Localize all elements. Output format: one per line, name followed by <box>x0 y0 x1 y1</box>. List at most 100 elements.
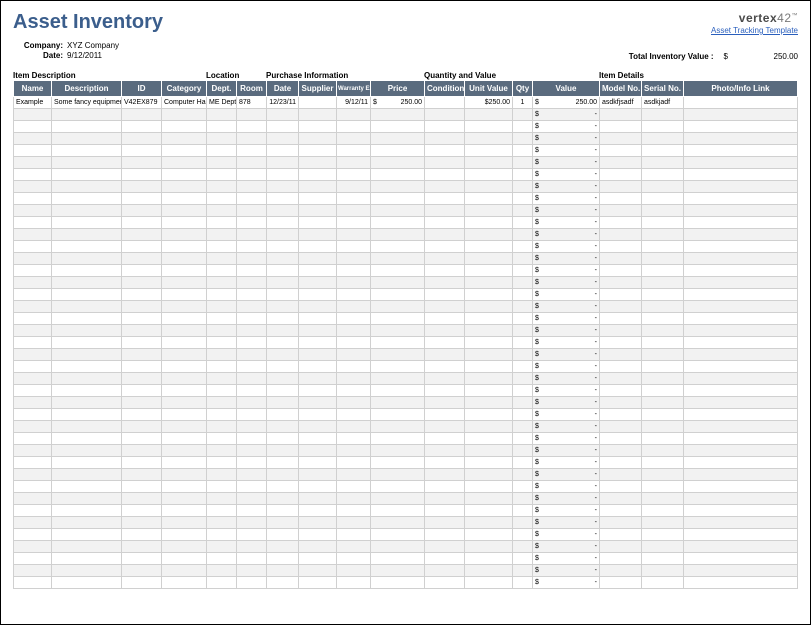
cell-empty[interactable] <box>684 481 798 493</box>
cell-empty[interactable] <box>337 385 371 397</box>
cell-empty[interactable] <box>207 145 237 157</box>
cell-empty[interactable] <box>52 397 122 409</box>
cell-empty[interactable] <box>122 481 162 493</box>
cell-empty[interactable] <box>371 409 425 421</box>
cell-empty[interactable] <box>642 421 684 433</box>
cell-empty[interactable] <box>207 529 237 541</box>
cell-empty[interactable] <box>425 445 465 457</box>
cell-empty[interactable] <box>513 421 533 433</box>
cell-empty[interactable] <box>642 241 684 253</box>
cell-empty[interactable] <box>207 385 237 397</box>
cell-empty[interactable] <box>465 541 513 553</box>
cell-empty[interactable] <box>14 553 52 565</box>
cell-empty[interactable] <box>52 361 122 373</box>
cell-empty[interactable] <box>52 277 122 289</box>
cell-room[interactable]: 878 <box>237 97 267 109</box>
cell-empty[interactable] <box>600 481 642 493</box>
cell-empty[interactable] <box>642 277 684 289</box>
cell-empty[interactable] <box>337 373 371 385</box>
cell-empty[interactable] <box>207 169 237 181</box>
cell-empty[interactable] <box>267 301 299 313</box>
cell-empty[interactable] <box>684 565 798 577</box>
cell-empty[interactable] <box>267 181 299 193</box>
cell-empty[interactable] <box>371 505 425 517</box>
cell-empty[interactable] <box>642 217 684 229</box>
cell-empty[interactable] <box>513 445 533 457</box>
cell-empty[interactable] <box>267 421 299 433</box>
cell-empty[interactable] <box>600 541 642 553</box>
cell-empty[interactable] <box>642 433 684 445</box>
cell-empty[interactable] <box>465 385 513 397</box>
cell-empty[interactable] <box>642 493 684 505</box>
cell-empty[interactable] <box>513 409 533 421</box>
cell-empty[interactable] <box>122 553 162 565</box>
cell-empty[interactable] <box>684 385 798 397</box>
cell-empty[interactable] <box>371 385 425 397</box>
cell-empty[interactable] <box>465 421 513 433</box>
cell-empty[interactable] <box>425 145 465 157</box>
cell-empty[interactable] <box>600 181 642 193</box>
cell-empty[interactable] <box>52 133 122 145</box>
cell-empty[interactable] <box>337 469 371 481</box>
cell-empty[interactable] <box>513 313 533 325</box>
cell-empty[interactable] <box>207 217 237 229</box>
cell-empty[interactable] <box>267 457 299 469</box>
cell-empty[interactable] <box>162 133 207 145</box>
cell-empty[interactable] <box>299 397 337 409</box>
cell-empty[interactable] <box>14 289 52 301</box>
cell-empty[interactable] <box>52 265 122 277</box>
cell-empty[interactable] <box>465 505 513 517</box>
cell-empty[interactable]: $- <box>533 337 600 349</box>
cell-empty[interactable] <box>207 349 237 361</box>
cell-empty[interactable] <box>162 193 207 205</box>
cell-empty[interactable] <box>371 565 425 577</box>
cell-empty[interactable] <box>267 517 299 529</box>
cell-empty[interactable] <box>207 505 237 517</box>
cell-empty[interactable] <box>642 529 684 541</box>
cell-empty[interactable] <box>14 469 52 481</box>
cell-empty[interactable] <box>162 301 207 313</box>
cell-empty[interactable] <box>600 265 642 277</box>
cell-empty[interactable] <box>513 565 533 577</box>
cell-empty[interactable] <box>371 349 425 361</box>
cell-empty[interactable] <box>684 397 798 409</box>
cell-empty[interactable] <box>14 301 52 313</box>
cell-empty[interactable] <box>513 205 533 217</box>
cell-empty[interactable] <box>207 181 237 193</box>
cell-qty[interactable]: 1 <box>513 97 533 109</box>
cell-empty[interactable] <box>14 349 52 361</box>
cell-empty[interactable] <box>237 145 267 157</box>
cell-empty[interactable] <box>122 493 162 505</box>
cell-empty[interactable] <box>465 517 513 529</box>
cell-empty[interactable] <box>237 493 267 505</box>
cell-empty[interactable] <box>14 541 52 553</box>
cell-empty[interactable] <box>52 481 122 493</box>
cell-empty[interactable] <box>513 385 533 397</box>
cell-empty[interactable] <box>237 481 267 493</box>
cell-empty[interactable] <box>425 541 465 553</box>
cell-empty[interactable] <box>684 277 798 289</box>
cell-empty[interactable] <box>425 157 465 169</box>
cell-empty[interactable] <box>299 505 337 517</box>
cell-empty[interactable] <box>425 325 465 337</box>
cell-empty[interactable] <box>299 277 337 289</box>
cell-empty[interactable] <box>642 229 684 241</box>
cell-empty[interactable] <box>52 253 122 265</box>
cell-empty[interactable] <box>162 325 207 337</box>
cell-empty[interactable]: $- <box>533 145 600 157</box>
cell-empty[interactable] <box>600 529 642 541</box>
cell-empty[interactable] <box>237 349 267 361</box>
cell-empty[interactable] <box>237 289 267 301</box>
cell-empty[interactable] <box>465 301 513 313</box>
cell-empty[interactable] <box>684 109 798 121</box>
cell-empty[interactable] <box>162 445 207 457</box>
cell-empty[interactable] <box>267 481 299 493</box>
cell-empty[interactable] <box>371 301 425 313</box>
cell-empty[interactable] <box>122 121 162 133</box>
cell-empty[interactable] <box>642 301 684 313</box>
cell-empty[interactable] <box>371 193 425 205</box>
cell-empty[interactable] <box>371 541 425 553</box>
cell-empty[interactable] <box>237 397 267 409</box>
cell-empty[interactable] <box>299 457 337 469</box>
cell-empty[interactable] <box>465 433 513 445</box>
